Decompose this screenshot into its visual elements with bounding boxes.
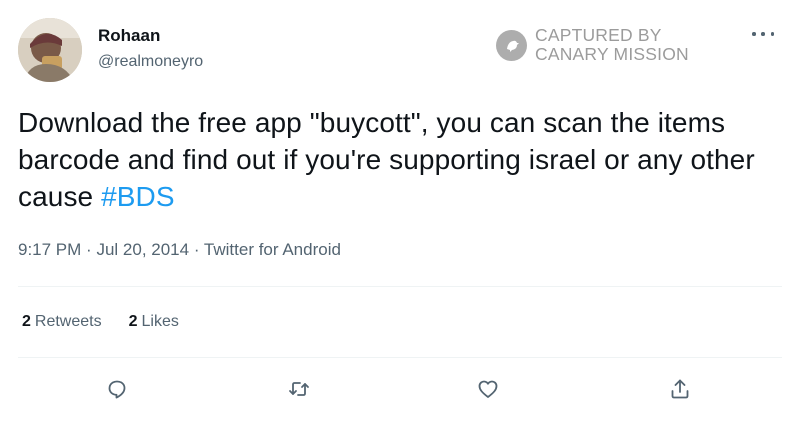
author-name[interactable]: Rohaan [98, 26, 160, 46]
like-icon [478, 380, 498, 398]
tweet-text: Download the free app "buycott", you can… [18, 104, 788, 215]
canary-bird-icon [496, 29, 527, 61]
like-button[interactable] [471, 372, 505, 406]
author-handle[interactable]: @realmoneyro [98, 53, 203, 71]
retweets-stat[interactable]: 2 Retweets [22, 313, 102, 331]
tweet-actions [18, 372, 782, 406]
reply-button[interactable] [100, 372, 134, 406]
retweet-button[interactable] [282, 372, 316, 406]
likes-label: Likes [141, 313, 179, 330]
avatar[interactable] [18, 18, 82, 82]
retweets-label: Retweets [34, 313, 102, 330]
divider [18, 286, 782, 287]
share-button[interactable] [663, 372, 697, 406]
divider [18, 357, 782, 358]
tweet-stats: 2 Retweets 2 Likes [22, 313, 206, 331]
canary-mission-watermark: CAPTURED BY CANARY MISSION [496, 26, 689, 64]
share-icon [671, 379, 689, 399]
more-icon[interactable] [752, 26, 774, 42]
retweet-icon [289, 382, 309, 396]
tweet-meta: 9:17 PM · Jul 20, 2014 · Twitter for And… [18, 240, 341, 260]
watermark-line-2: CANARY MISSION [535, 44, 689, 64]
tweet-source[interactable]: Twitter for Android [204, 240, 341, 259]
hashtag-link[interactable]: #BDS [101, 181, 175, 212]
likes-count: 2 [128, 313, 138, 330]
retweets-count: 2 [22, 313, 31, 330]
likes-stat[interactable]: 2 Likes [129, 313, 179, 331]
tweet-date[interactable]: Jul 20, 2014 [96, 240, 189, 259]
reply-icon [108, 380, 126, 399]
tweet-time[interactable]: 9:17 PM [18, 240, 81, 259]
meta-separator: · [86, 240, 92, 259]
watermark-line-1: CAPTURED BY [535, 25, 662, 45]
meta-separator: · [193, 240, 200, 259]
